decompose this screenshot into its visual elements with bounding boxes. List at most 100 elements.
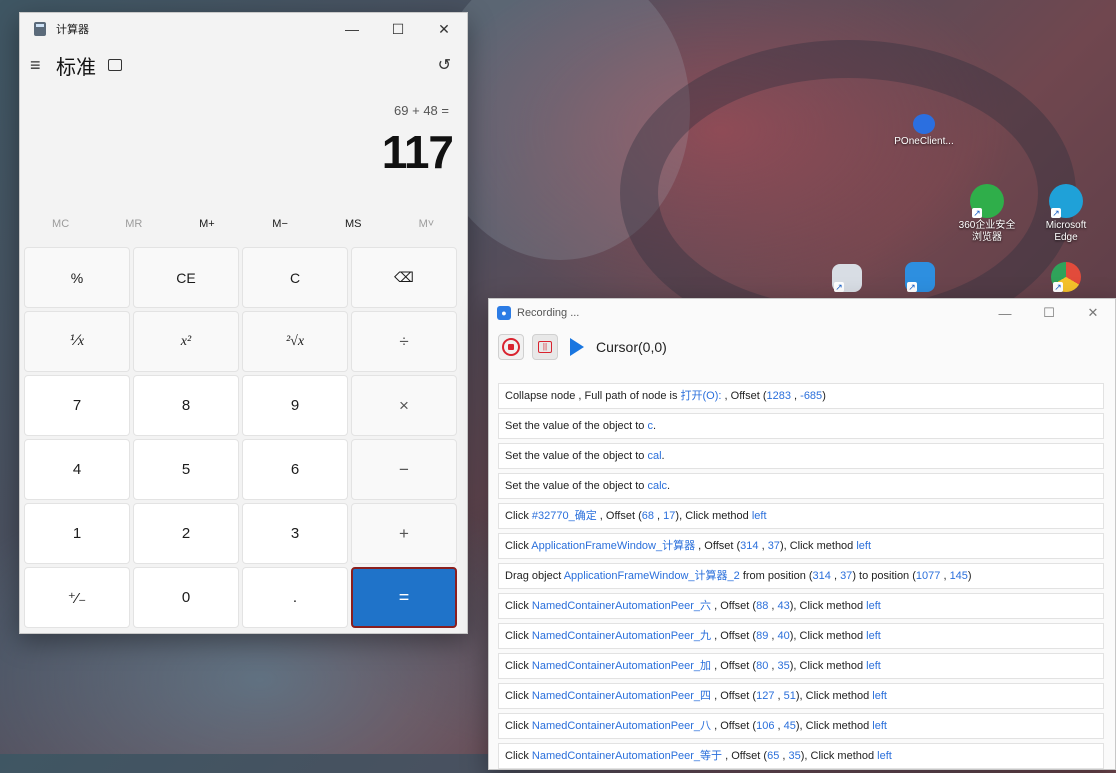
minimize-button[interactable]: — [983,306,1027,321]
plus-button[interactable]: + [351,503,457,564]
memory-subtract-button[interactable]: M− [244,209,317,239]
log-entry[interactable]: Collapse node , Full path of node is 打开(… [498,383,1104,409]
keep-on-top-icon[interactable] [108,59,122,71]
log-entry[interactable]: Click #32770_确定 , Offset (68 , 17), Clic… [498,503,1104,529]
log-value: NamedContainerAutomationPeer_八 [531,720,712,732]
memory-clear-button[interactable]: MC [24,209,97,239]
memory-list-button[interactable]: M˅ [390,209,463,239]
square-root-button[interactable]: ²√x [242,311,348,372]
log-entry[interactable]: Click NamedContainerAutomationPeer_八 , O… [498,713,1104,739]
maximize-button[interactable]: ☐ [1027,305,1071,321]
close-button[interactable]: ✕ [1071,305,1115,321]
menu-icon[interactable]: ≡ [30,55,48,76]
digit-7-button[interactable]: 7 [24,375,130,436]
log-value: 88 [756,600,769,612]
reciprocal-button[interactable]: ⅟x [24,311,130,372]
log-entry[interactable]: Click ApplicationFrameWindow_计算器 , Offse… [498,533,1104,559]
log-text: . [661,450,665,462]
digit-5-button[interactable]: 5 [133,439,239,500]
desktop-icon-edge[interactable]: ↗ Microsoft Edge [1034,184,1098,244]
desktop-icon-poneclient[interactable]: POneClient... [892,114,956,148]
play-button[interactable] [566,338,584,356]
minimize-button[interactable]: — [329,13,375,45]
desktop-icon-360-browser[interactable]: ↗ 360企业安全 浏览器 [955,184,1019,244]
log-text: ), Click method [789,660,867,672]
log-entry[interactable]: Click NamedContainerAutomationPeer_等于 , … [498,743,1104,769]
log-value: -685 [800,390,823,402]
log-text: , [774,720,784,732]
percent-button[interactable]: % [24,247,130,308]
log-entry[interactable]: Click NamedContainerAutomationPeer_九 , O… [498,623,1104,649]
log-text: , Offset ( [695,540,741,552]
log-text: , Offset ( [711,630,757,642]
square-root-label: ²√x [285,333,305,349]
log-value: left [872,720,887,732]
log-entry[interactable]: Click NamedContainerAutomationPeer_加 , O… [498,653,1104,679]
log-text: ), Click method [789,600,867,612]
digit-9-button[interactable]: 9 [242,375,348,436]
minus-button[interactable]: − [351,439,457,500]
maximize-button[interactable]: ☐ [375,13,421,45]
log-text: Set the value of the object to [505,420,648,432]
backspace-button[interactable]: ⌫ [351,247,457,308]
log-text: , Offset ( [711,690,757,702]
calculator-window: 计算器 — ☐ ✕ ≡ 标准 ↺ 69 + 48 = 117 MC MR M+ … [19,12,468,634]
calculator-titlebar[interactable]: 计算器 — ☐ ✕ [20,13,467,45]
memory-store-button[interactable]: MS [317,209,390,239]
calculator-app-icon [34,22,46,36]
desktop-icon-chrome[interactable]: ↗ [1034,262,1098,294]
log-text: ), Click method [795,690,873,702]
log-value: 1077 [915,570,941,582]
recording-titlebar[interactable]: ● Recording ... — ☐ ✕ [489,299,1115,327]
memory-recall-button[interactable]: MR [97,209,170,239]
log-value: 打开(O): [680,390,722,402]
equals-button[interactable]: = [351,567,457,628]
close-button[interactable]: ✕ [421,13,467,45]
digit-6-button[interactable]: 6 [242,439,348,500]
desktop-icon-tool-1[interactable]: ↗ [815,264,879,294]
log-entry[interactable]: Set the value of the object to calc. [498,473,1104,499]
log-entry[interactable]: Set the value of the object to cal. [498,443,1104,469]
log-value: NamedContainerAutomationPeer_等于 [531,750,723,762]
memory-add-button[interactable]: M+ [170,209,243,239]
divide-button[interactable]: ÷ [351,311,457,372]
log-value: NamedContainerAutomationPeer_加 [531,660,712,672]
log-text: , [758,540,768,552]
wallpaper-light-swirl [430,0,690,260]
expression-display: 69 + 48 = [394,103,449,118]
log-text: , Offset ( [711,720,757,732]
log-value: cal [647,450,662,462]
settings-app-icon: ↗ [832,264,862,292]
digit-4-button[interactable]: 4 [24,439,130,500]
desktop-icon-tool-2[interactable]: ↗ [888,262,952,294]
log-text: from position ( [739,570,813,582]
pause-button[interactable]: || [532,334,558,360]
multiply-button[interactable]: × [351,375,457,436]
stop-record-button[interactable] [498,334,524,360]
result-display: 117 [381,126,454,178]
log-text: . [667,480,671,492]
digit-1-button[interactable]: 1 [24,503,130,564]
digit-8-button[interactable]: 8 [133,375,239,436]
log-value: left [877,750,892,762]
log-entry[interactable]: Drag object ApplicationFrameWindow_计算器_2… [498,563,1104,589]
negate-button[interactable]: ⁺⁄₋ [24,567,130,628]
recording-window: ● Recording ... — ☐ ✕ || Cursor(0,0) Col… [488,298,1116,770]
digit-2-button[interactable]: 2 [133,503,239,564]
log-entry[interactable]: Click NamedContainerAutomationPeer_四 , O… [498,683,1104,709]
log-text: , [774,690,784,702]
square-label: x² [180,333,192,349]
digit-3-button[interactable]: 3 [242,503,348,564]
clear-button[interactable]: C [242,247,348,308]
log-entry[interactable]: Click NamedContainerAutomationPeer_六 , O… [498,593,1104,619]
clear-entry-button[interactable]: CE [133,247,239,308]
digit-0-button[interactable]: 0 [133,567,239,628]
history-icon[interactable]: ↺ [438,55,451,75]
log-text: Click [505,690,532,702]
decimal-button[interactable]: . [242,567,348,628]
desktop-icon-label: 360企业安全 浏览器 [958,220,1016,243]
square-button[interactable]: x² [133,311,239,372]
log-value: 37 [840,570,853,582]
log-entry[interactable]: Set the value of the object to c. [498,413,1104,439]
log-text: , [830,570,841,582]
